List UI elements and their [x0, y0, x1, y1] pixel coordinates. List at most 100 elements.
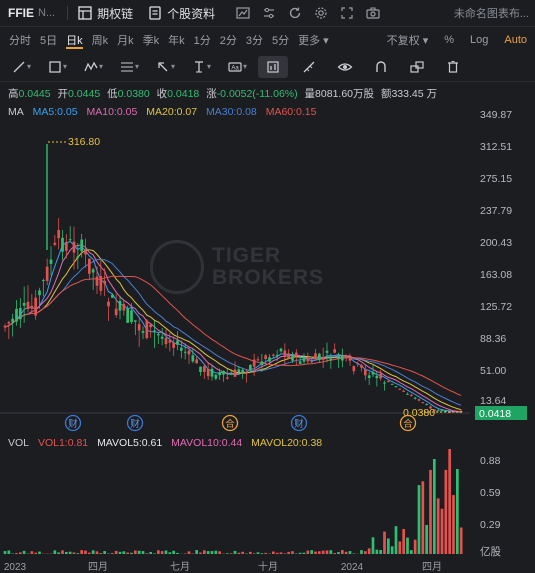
- candle-body: [164, 338, 168, 345]
- volume-value: 8081.60万股: [315, 88, 375, 100]
- date-tick-label: 四月: [88, 561, 108, 573]
- volume-bar: [164, 550, 168, 554]
- chevron-down-icon: ▾: [242, 62, 247, 71]
- volume-bar: [22, 550, 26, 554]
- volume-bar: [383, 531, 386, 554]
- period-monthly[interactable]: 月k: [117, 32, 134, 48]
- gear-icon[interactable]: [313, 5, 329, 21]
- profile-button[interactable]: 个股资料: [147, 5, 215, 22]
- period-daily-label: 日k: [66, 34, 83, 49]
- line-tool[interactable]: ▾: [6, 56, 36, 78]
- arrow-tool[interactable]: ▾: [150, 56, 180, 78]
- candle-body: [390, 383, 394, 385]
- candle-body: [168, 340, 172, 343]
- amount-label: 额: [380, 88, 392, 100]
- period-5min[interactable]: 5分: [272, 32, 289, 48]
- visibility-tool[interactable]: [330, 56, 360, 78]
- candle-body: [199, 366, 202, 373]
- options-chain-button[interactable]: 期权链: [77, 5, 133, 22]
- camera-icon[interactable]: [365, 5, 381, 21]
- candle-body: [409, 395, 413, 397]
- candle-body: [367, 375, 371, 378]
- label-tool[interactable]: Aa ▾: [222, 56, 252, 78]
- trash-icon: [448, 60, 458, 73]
- volume-bar: [371, 537, 375, 554]
- candle-body: [22, 302, 26, 306]
- period-2min[interactable]: 2分: [220, 32, 237, 48]
- price-tick-label: 275.15: [480, 173, 512, 185]
- delete-tool[interactable]: [438, 56, 468, 78]
- candle-body: [283, 350, 287, 358]
- fullscreen-icon[interactable]: [339, 5, 355, 21]
- volume-bar: [53, 550, 57, 554]
- candle-body: [57, 230, 61, 239]
- candle-body: [356, 362, 360, 364]
- fib-tool[interactable]: ▾: [114, 56, 144, 78]
- price-tick-label: 125.72: [480, 301, 512, 313]
- indicator-tool[interactable]: [258, 55, 288, 78]
- volume-bar: [57, 552, 61, 554]
- volume-bar: [306, 550, 310, 554]
- candle-body: [248, 364, 252, 370]
- volume-chart[interactable]: 0.88 0.59 0.29 亿股 2023 四月 七月 十月 2024 四月: [0, 432, 535, 573]
- price-chart[interactable]: 349.87 312.51 275.15 237.79 200.43 163.08 125.…: [0, 100, 535, 432]
- candle-body: [122, 304, 126, 311]
- candle-body: [76, 256, 80, 258]
- auto-toggle[interactable]: Auto: [504, 34, 527, 46]
- candle-body: [425, 404, 429, 406]
- refresh-icon[interactable]: [287, 5, 303, 21]
- candle-body: [49, 259, 53, 264]
- period-daily[interactable]: 日k: [66, 32, 83, 49]
- rect-tool[interactable]: ▾: [42, 56, 72, 78]
- chevron-down-icon: ▾: [98, 62, 103, 71]
- period-quarterly[interactable]: 季k: [143, 32, 160, 48]
- period-5day[interactable]: 5日: [40, 32, 57, 48]
- candle-body: [302, 357, 306, 362]
- period-weekly[interactable]: 周k: [92, 32, 109, 48]
- drawing-toolbar: ▾ ▾ ▾ ▾ ▾ ▾ Aa ▾: [0, 52, 535, 82]
- log-toggle[interactable]: Log: [470, 34, 488, 46]
- candle-body: [287, 353, 291, 359]
- period-3min[interactable]: 3分: [246, 32, 263, 48]
- svg-text:Aa: Aa: [231, 65, 239, 71]
- lock-tool[interactable]: [402, 56, 432, 78]
- change-value: -0.0052(-11.06%): [216, 88, 298, 100]
- volume-bar: [64, 551, 68, 554]
- volume-bar: [18, 552, 22, 554]
- candle-body: [26, 301, 30, 310]
- ticker-symbol[interactable]: FFIE: [8, 6, 34, 20]
- event-marker-label: 合: [403, 418, 413, 430]
- low-label: 低: [107, 88, 118, 100]
- pattern-tool[interactable]: ▾: [78, 56, 108, 78]
- measure-tool[interactable]: [294, 56, 324, 78]
- candle-body: [18, 307, 22, 320]
- volume-bar: [432, 459, 436, 554]
- period-bar: 分时 5日 日k 周k 月k 季k 年k 1分 2分 3分 5分 更多 ▾ 不复…: [0, 27, 535, 52]
- candle-body: [149, 324, 153, 328]
- text-tool[interactable]: ▾: [186, 56, 216, 78]
- candle-body: [406, 393, 409, 395]
- volume-bar: [126, 552, 130, 554]
- volume-bar: [363, 551, 367, 554]
- period-more[interactable]: 更多 ▾: [298, 32, 329, 48]
- price-tick-label: 163.08: [480, 269, 512, 281]
- adjust-dropdown[interactable]: 不复权 ▾: [371, 32, 429, 48]
- pattern-icon: [84, 61, 98, 71]
- percent-toggle[interactable]: %: [444, 34, 454, 46]
- candle-body: [352, 366, 356, 372]
- period-1min[interactable]: 1分: [194, 32, 211, 48]
- sliders-icon[interactable]: [261, 5, 277, 21]
- layout-selector[interactable]: 未命名图表布...: [454, 5, 529, 21]
- volume-bar: [409, 550, 413, 554]
- volume-bar: [417, 485, 421, 554]
- candle-body: [314, 353, 317, 360]
- magnet-tool[interactable]: [366, 56, 396, 78]
- candle-body: [417, 399, 421, 401]
- volume-bar: [149, 552, 153, 554]
- period-yearly[interactable]: 年k: [168, 32, 185, 48]
- candle-body: [202, 366, 206, 372]
- candle-body: [394, 386, 398, 388]
- chart-icon[interactable]: [235, 5, 251, 21]
- candle-body: [141, 331, 145, 333]
- period-intraday[interactable]: 分时: [9, 32, 31, 48]
